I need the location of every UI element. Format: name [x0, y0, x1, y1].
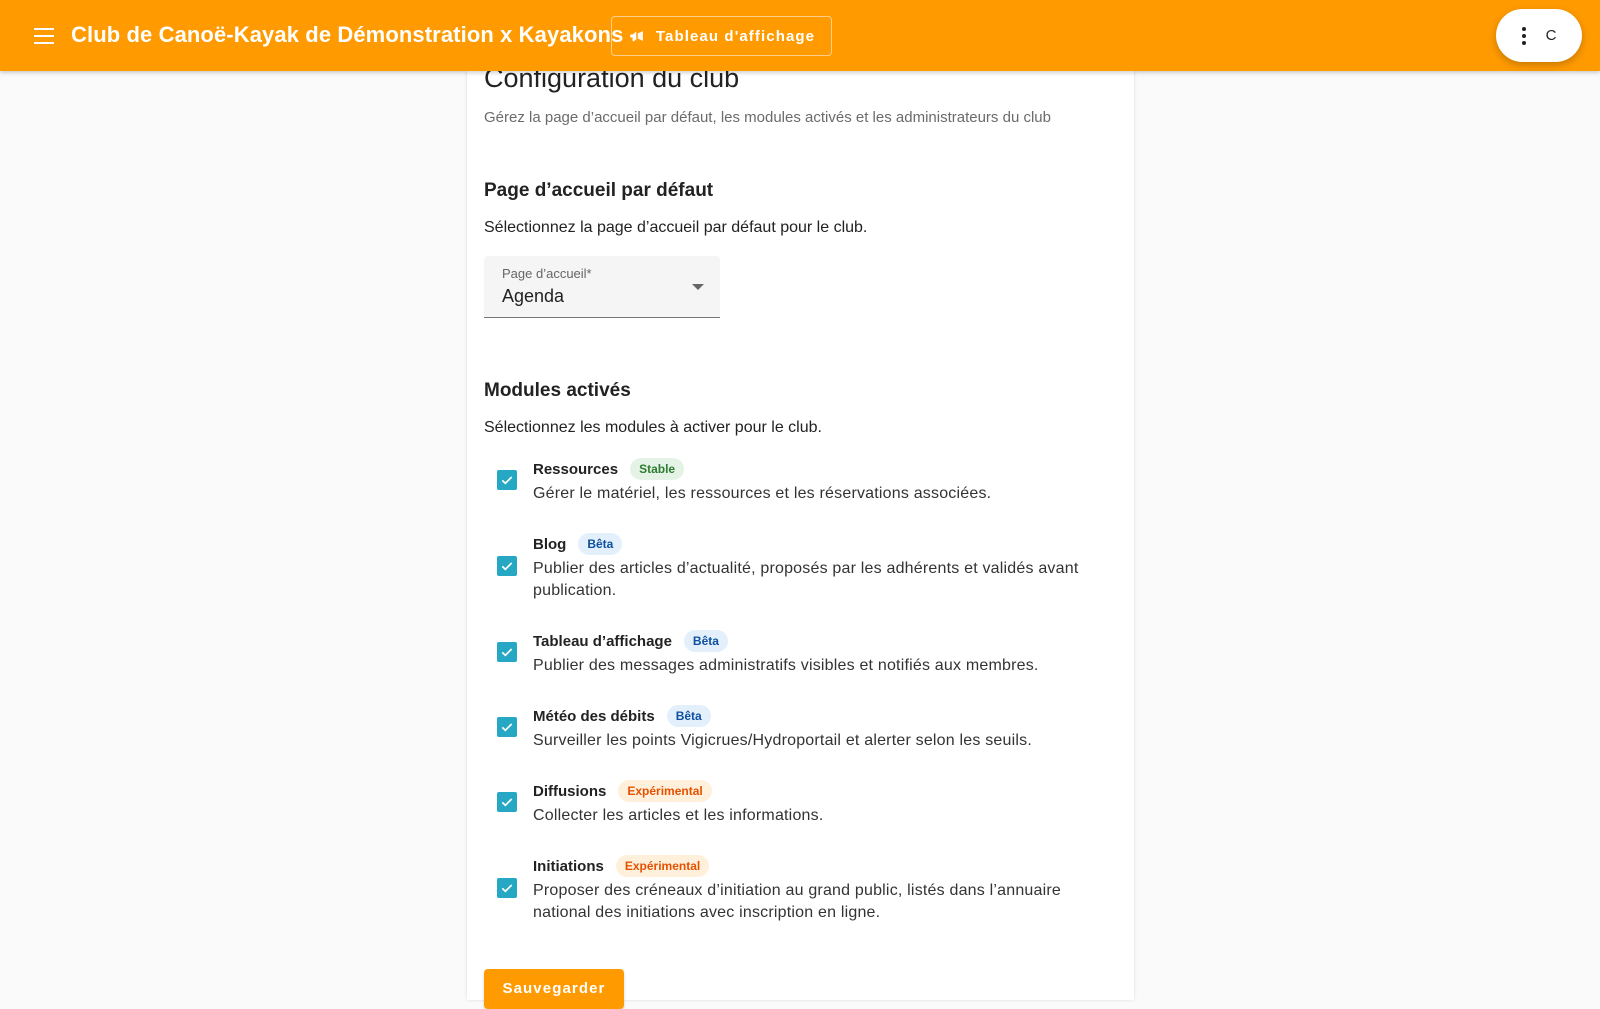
- homepage-select-value: Agenda: [502, 286, 565, 306]
- module-description: Collecter les articles et les informatio…: [533, 807, 824, 824]
- dropdown-arrow-icon: [692, 284, 704, 290]
- module-name: Blog: [533, 535, 567, 553]
- homepage-section-description: Sélectionnez la page d’accueil par défau…: [484, 219, 868, 236]
- module-description: Gérer le matériel, les ressources et les…: [533, 485, 992, 502]
- bulletin-board-label: Tableau d'affichage: [655, 27, 816, 45]
- app-bar: Club de Canoë-Kayak de Démonstration x K…: [0, 0, 1600, 71]
- menu-icon[interactable]: [30, 22, 58, 50]
- module-status-badge: Expérimental: [618, 780, 712, 802]
- save-button[interactable]: Sauvegarder: [484, 969, 624, 1009]
- page-subtitle: Gérez la page d’accueil par défaut, les …: [484, 109, 1051, 126]
- module-name: Tableau d’affichage: [533, 632, 672, 650]
- homepage-select[interactable]: Page d’accueil* Agenda: [484, 256, 720, 318]
- check-icon: [501, 798, 513, 807]
- more-vert-icon: [1521, 26, 1526, 45]
- check-icon: [501, 723, 513, 732]
- check-icon: [501, 476, 513, 485]
- module-checkbox-blog[interactable]: [497, 556, 517, 576]
- check-icon: [501, 648, 513, 657]
- module-description: Proposer des créneaux d’initiation au gr…: [533, 882, 1062, 921]
- module-status-badge: Bêta: [578, 533, 623, 555]
- module-description: Surveiller les points Vigicrues/Hydropor…: [533, 732, 1032, 749]
- modules-section-title: Modules activés: [484, 380, 631, 401]
- module-name: Ressources: [533, 460, 619, 478]
- app-title: Club de Canoë-Kayak de Démonstration x K…: [71, 22, 624, 47]
- module-name: Diffusions: [533, 782, 607, 800]
- homepage-section-title: Page d’accueil par défaut: [484, 180, 714, 201]
- check-icon: [501, 562, 513, 571]
- modules-section-description: Sélectionnez les modules à activer pour …: [484, 419, 822, 436]
- module-checkbox-tableau-affichage[interactable]: [497, 642, 517, 662]
- megaphone-icon: [630, 31, 643, 42]
- module-status-badge: Bêta: [683, 630, 728, 652]
- module-checkbox-diffusions[interactable]: [497, 792, 517, 812]
- module-status-badge: Expérimental: [615, 855, 710, 877]
- module-name: Initiations: [533, 857, 604, 875]
- avatar: C: [1545, 27, 1557, 44]
- module-checkbox-ressources[interactable]: [497, 470, 517, 490]
- module-status-badge: Stable: [630, 458, 685, 480]
- module-name: Météo des débits: [533, 707, 655, 725]
- bulletin-board-button[interactable]: Tableau d'affichage: [611, 16, 832, 56]
- module-description: Publier des articles d’actualité, propos…: [533, 560, 1079, 599]
- account-menu-button[interactable]: C: [1496, 9, 1582, 62]
- module-description: Publier des messages administratifs visi…: [533, 657, 1039, 674]
- module-checkbox-initiations[interactable]: [497, 878, 517, 898]
- module-checkbox-meteo-debits[interactable]: [497, 717, 517, 737]
- homepage-select-label: Page d’accueil*: [502, 266, 592, 281]
- check-icon: [501, 884, 513, 893]
- module-status-badge: Bêta: [666, 705, 711, 727]
